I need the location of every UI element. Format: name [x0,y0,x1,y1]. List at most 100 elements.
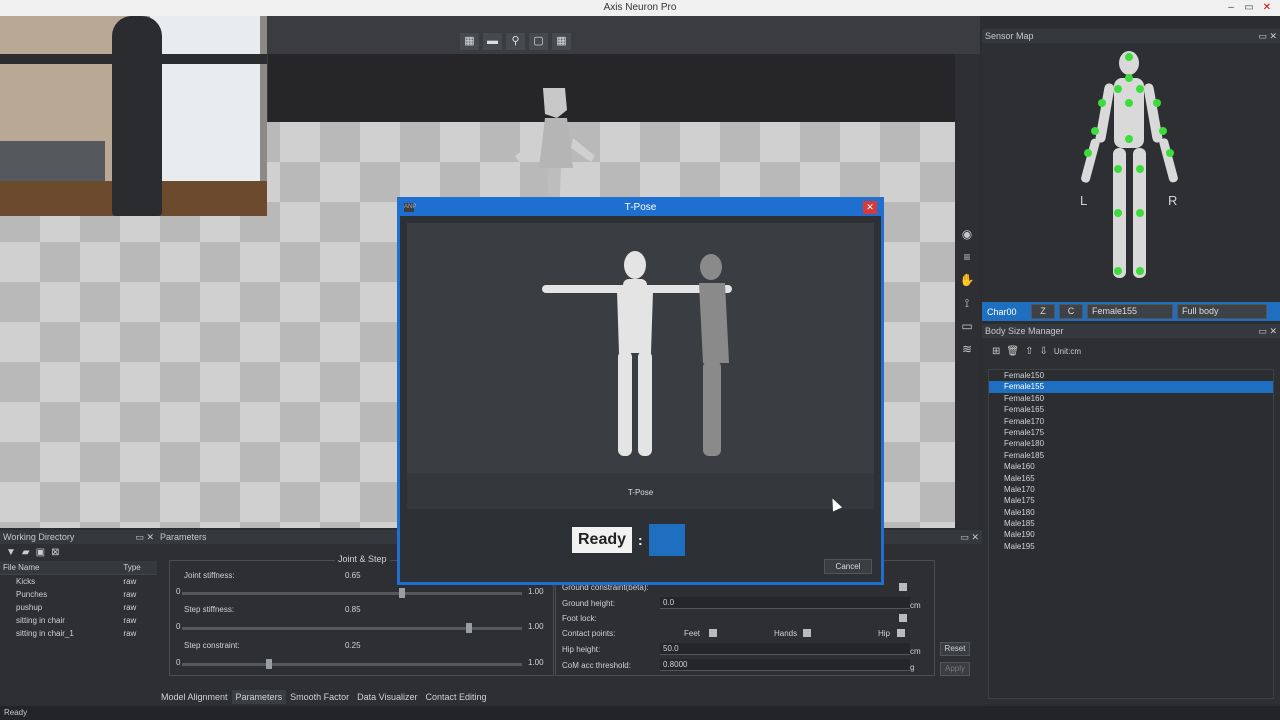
download-icon[interactable]: ⇩ [1039,346,1047,357]
table-row[interactable]: pushup raw [0,601,157,614]
remove-icon[interactable]: ⊠ [51,547,59,558]
hands-checkbox[interactable] [803,629,811,637]
tab-data-visualizer[interactable]: Data Visualizer [353,690,421,704]
foot-lock-checkbox[interactable] [899,614,907,622]
upload-icon[interactable]: ⇧ [1025,346,1033,357]
file-type-cell: raw [123,616,137,625]
size-list-item[interactable]: Female150 [989,370,1273,381]
panel-buttons[interactable]: ▭ ✕ [1258,29,1277,43]
file-table: File Name Type Kicks raw Punches raw pushup r… [0,561,157,640]
body-mode-select[interactable]: Full body [1177,304,1267,319]
delete-icon[interactable]: 🗑 [1006,346,1019,357]
viewport-toolbar: ▦ ▬ ⚲ ▢ ▦ [460,33,571,50]
tab-contact-editing[interactable]: Contact Editing [421,690,490,704]
size-list-item[interactable]: Male180 [989,507,1273,518]
constraint-knob[interactable] [265,659,272,669]
maximize-button[interactable]: ▭ [1240,0,1258,16]
size-list-item[interactable]: Female170 [989,416,1273,427]
step-stiffness-value: 0.85 [345,605,361,614]
ready-indicator: Ready : [572,524,685,556]
grid-icon[interactable]: ▦ [460,33,479,50]
working-directory-panel: Working Directory ▭ ✕ ▼ ▰ ▣ ⊠ File Name T… [0,530,157,705]
step-constraint-slider[interactable] [182,659,522,669]
figure-icon[interactable]: ⟟ [958,295,976,311]
hip-height-input[interactable]: 50.0 [660,643,910,655]
frame-icon[interactable]: ▢ [529,33,548,50]
ready-label: Ready [572,527,633,553]
reset-button[interactable]: Reset [940,642,970,656]
size-list-item[interactable]: Male165 [989,473,1273,484]
table-row[interactable]: Punches raw [0,588,157,601]
cancel-button[interactable]: Cancel [824,559,872,574]
panel-buttons[interactable]: ▭ ✕ [960,530,979,544]
minimize-button[interactable]: – [1222,0,1240,16]
apply-button[interactable]: Apply [940,662,970,676]
wave-icon[interactable]: ≋ [958,341,976,357]
checker-icon[interactable]: ▦ [552,33,571,50]
col-type[interactable]: Type [120,561,157,575]
record-icon[interactable]: ◉ [958,226,976,242]
size-list-item[interactable]: Female175 [989,427,1273,438]
skeleton-icon[interactable]: ⚲ [506,33,525,50]
table-row[interactable]: sitting in chair raw [0,614,157,627]
contact-points-label: Contact points: [562,629,616,638]
table-row[interactable]: Kicks raw [0,575,157,589]
unit-label: Unit:cm [1053,347,1081,356]
tab-smooth-factor[interactable]: Smooth Factor [286,690,353,704]
dialog-close-button[interactable]: ✕ [863,201,877,214]
joint-stiffness-slider[interactable] [182,588,522,598]
file-name-cell: Punches [16,590,48,599]
step-stiffness-slider[interactable] [182,623,522,633]
size-list-item[interactable]: Male160 [989,461,1273,472]
sensor-map-title: Sensor Map [985,31,1034,41]
size-list-item[interactable]: Male195 [989,541,1273,552]
size-list-item[interactable]: Female160 [989,393,1273,404]
panel-buttons[interactable]: ▭ ✕ [135,530,154,544]
size-list[interactable]: Female150 Female155 Female160 Female165 Fema… [988,369,1274,699]
app-icon: ANP [404,203,417,212]
feet-checkbox[interactable] [709,629,717,637]
size-list-item[interactable]: Female185 [989,450,1273,461]
step-max: 1.00 [528,622,544,631]
body-size-select[interactable]: Female155 [1087,304,1173,319]
z-button[interactable]: Z [1031,304,1055,319]
params-title: Parameters [160,532,207,542]
hip-checkbox[interactable] [897,629,905,637]
col-file-name[interactable]: File Name [0,561,121,575]
tab-model-alignment[interactable]: Model Alignment [157,690,232,704]
size-list-item[interactable]: Male170 [989,484,1273,495]
joint-knob[interactable] [399,588,406,598]
constraint-max: 1.00 [528,658,544,667]
camera-icon[interactable]: ▬ [483,33,502,50]
character-name: Char00 [987,306,1017,317]
size-list-item[interactable]: Male190 [989,529,1273,540]
new-folder-icon[interactable]: ▣ [36,547,45,558]
zero-icon[interactable]: ▭ [958,318,976,334]
size-list-item[interactable]: Male185 [989,518,1273,529]
add-icon[interactable]: ⊞ [992,346,1000,357]
layers-icon[interactable]: ≡ [958,249,976,265]
step-constraint-label: Step constraint: [184,641,240,650]
status-text: Ready [4,708,28,717]
size-list-item[interactable]: Female165 [989,404,1273,415]
ground-height-input[interactable]: 0.0 [660,597,910,609]
table-row[interactable]: sitting in chair_1 raw [0,627,157,640]
size-list-item[interactable]: Female155 [989,381,1273,393]
ready-colon: : [638,532,643,548]
c-button[interactable]: C [1059,304,1083,319]
size-list-item[interactable]: Male175 [989,495,1273,506]
ground-constraint-checkbox[interactable] [899,583,907,591]
folder-icon[interactable]: ▰ [22,547,30,558]
com-threshold-input[interactable]: 0.8000 [660,659,910,671]
wd-title: Working Directory [3,532,75,542]
tab-parameters[interactable]: Parameters [231,690,287,704]
panel-buttons[interactable]: ▭ ✕ [1258,324,1277,338]
close-button[interactable]: ✕ [1258,0,1276,16]
group-title: Joint & Step [335,554,390,564]
filter-icon[interactable]: ▼ [6,547,16,558]
sensor-map-panel: Sensor Map ▭ ✕ L R [982,29,1280,301]
step-knob[interactable] [465,623,472,633]
hand-icon[interactable]: ✋ [958,272,976,288]
title-bar: Axis Neuron Pro – ▭ ✕ [0,0,1280,16]
size-list-item[interactable]: Female180 [989,438,1273,449]
